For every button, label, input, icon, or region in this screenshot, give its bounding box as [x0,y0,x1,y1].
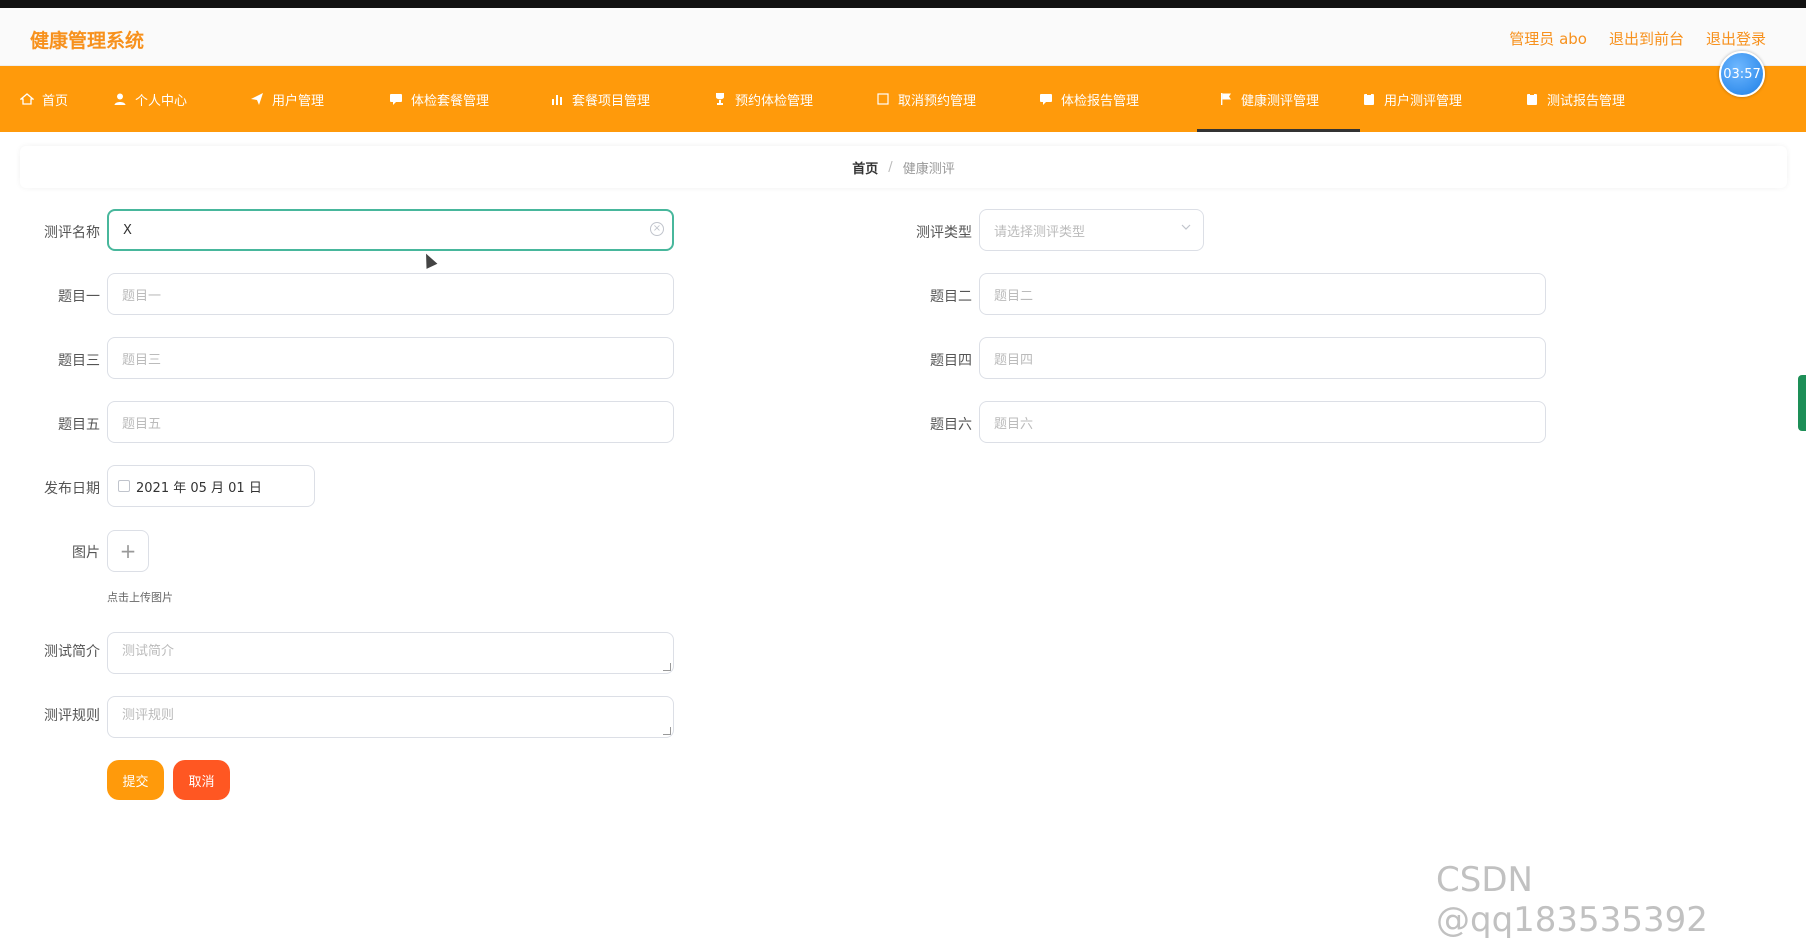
header: 健康管理系统 管理员 abo 退出到前台 退出登录 [0,8,1806,66]
nav-item-home[interactable]: 首页 [0,66,111,132]
q2-input[interactable]: 题目二 [979,273,1546,315]
q1-placeholder: 题目一 [122,288,162,304]
nav-item-package-items[interactable]: 套餐项目管理 [548,66,711,132]
nav-item-reports[interactable]: 体检报告管理 [1037,66,1197,132]
q6-label: 题目六 [930,417,972,433]
nav-item-test-reports[interactable]: 测试报告管理 [1523,66,1683,132]
exit-to-frontend-link[interactable]: 退出到前台 [1609,28,1684,49]
nav-label: 健康测评管理 [1241,93,1320,109]
q6-input[interactable]: 题目六 [979,401,1546,443]
q6-placeholder: 题目六 [994,416,1034,432]
chat-icon [389,92,403,106]
q2-label: 题目二 [930,289,972,305]
breadcrumb: 首页 / 健康测评 [20,146,1787,188]
image-label: 图片 [72,545,100,561]
flag-icon [1219,92,1233,106]
nav-label: 取消预约管理 [898,93,977,109]
q1-input[interactable]: 题目一 [107,273,674,315]
nav-item-health-assessment[interactable]: 健康测评管理 [1197,66,1360,132]
rules-label: 测评规则 [44,708,100,724]
send-icon [250,92,264,106]
breadcrumb-home[interactable]: 首页 [852,158,878,177]
q5-label: 题目五 [58,417,100,433]
bar-chart-icon [550,92,564,106]
timer-badge[interactable]: 03:57 [1719,51,1765,97]
intro-textarea[interactable]: 测试简介 [107,632,674,674]
trophy-icon [713,92,727,106]
clear-icon[interactable]: × [650,222,664,236]
name-value: X [123,222,132,238]
type-label: 测评类型 [916,225,972,241]
q1-label: 题目一 [58,289,100,305]
rules-textarea[interactable]: 测评规则 [107,696,674,738]
calendar-icon [118,480,130,492]
type-placeholder: 请选择测评类型 [994,224,1086,240]
date-picker[interactable]: 2021 年 05 月 01 日 [107,465,315,507]
q5-placeholder: 题目五 [122,416,162,432]
nav-label: 体检报告管理 [1061,93,1140,109]
nav-item-appointments[interactable]: 预约体检管理 [711,66,874,132]
clipboard-icon [1362,92,1376,106]
upload-hint: 点击上传图片 [107,591,173,604]
nav-item-cancel-appointments[interactable]: 取消预约管理 [874,66,1037,132]
breadcrumb-current: 健康测评 [902,161,955,177]
date-label: 发布日期 [44,481,100,497]
admin-user-link[interactable]: 管理员 abo [1509,28,1587,49]
plus-icon: + [119,539,137,563]
nav-item-profile[interactable]: 个人中心 [111,66,248,132]
logout-link[interactable]: 退出登录 [1706,28,1766,49]
side-tab[interactable] [1798,375,1806,431]
nav-label: 预约体检管理 [735,93,814,109]
resize-handle[interactable] [663,727,671,735]
nav-item-packages[interactable]: 体检套餐管理 [387,66,548,132]
type-select[interactable]: 请选择测评类型 [979,209,1204,251]
nav-item-user-assessment[interactable]: 用户测评管理 [1360,66,1523,132]
q4-placeholder: 题目四 [994,352,1034,368]
q2-placeholder: 题目二 [994,288,1034,304]
intro-placeholder: 测试简介 [122,644,175,659]
name-label: 测评名称 [44,225,100,241]
square-icon [876,92,890,106]
chat-icon [1039,92,1053,106]
q3-input[interactable]: 题目三 [107,337,674,379]
top-strip [0,0,1806,8]
breadcrumb-separator: / [888,159,893,175]
nav-label: 体检套餐管理 [411,93,490,109]
top-nav: 首页 个人中心 用户管理 体检套餐管理 套餐项目管理 预约体检管理 取消预约管理… [0,66,1806,132]
name-input[interactable]: X × [107,209,674,251]
nav-label: 用户管理 [272,93,325,109]
q4-input[interactable]: 题目四 [979,337,1546,379]
q3-placeholder: 题目三 [122,352,162,368]
q3-label: 题目三 [58,353,100,369]
header-links: 管理员 abo 退出到前台 退出登录 [1509,28,1766,49]
q5-input[interactable]: 题目五 [107,401,674,443]
chevron-down-icon [1181,222,1191,232]
home-icon [20,92,34,106]
clipboard-icon [1525,92,1539,106]
q4-label: 题目四 [930,353,972,369]
resize-handle[interactable] [663,663,671,671]
nav-item-users[interactable]: 用户管理 [248,66,387,132]
date-value: 2021 年 05 月 01 日 [136,480,262,496]
intro-label: 测试简介 [44,644,100,660]
submit-button[interactable]: 提交 [107,760,164,800]
nav-label: 测试报告管理 [1547,93,1626,109]
app-title: 健康管理系统 [30,30,145,52]
nav-label: 用户测评管理 [1384,93,1463,109]
nav-label: 首页 [42,93,69,109]
watermark: CSDN @qq183535392 [1436,860,1708,940]
nav-label: 个人中心 [135,93,188,109]
upload-image-button[interactable]: + [107,530,149,572]
nav-label: 套餐项目管理 [572,93,651,109]
rules-placeholder: 测评规则 [122,708,175,723]
user-icon [113,92,127,106]
cancel-button[interactable]: 取消 [173,760,230,800]
